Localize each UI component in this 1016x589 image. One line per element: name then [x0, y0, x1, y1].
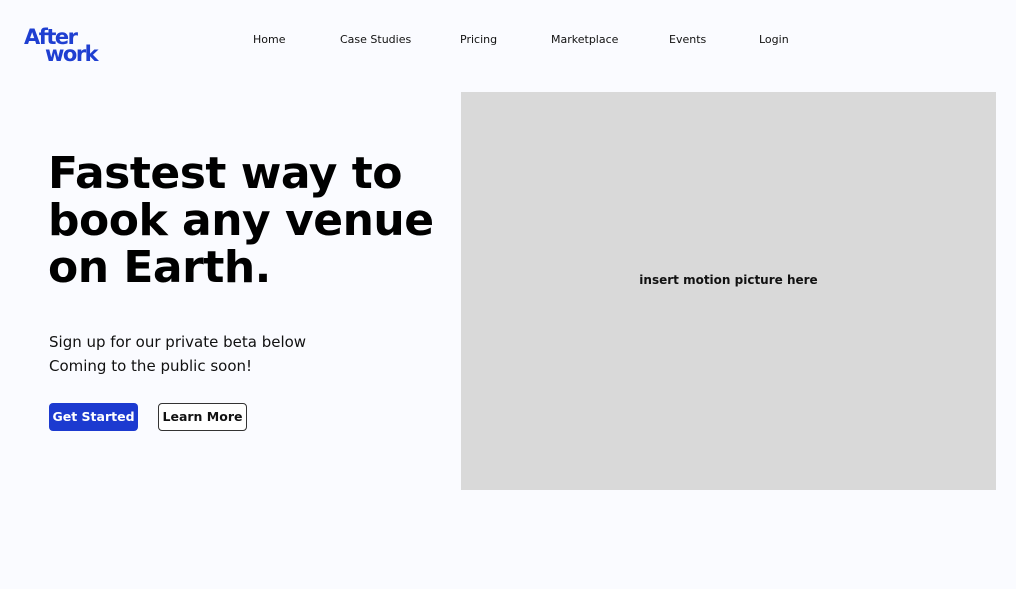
nav-home[interactable]: Home [253, 33, 285, 46]
learn-more-button[interactable]: Learn More [158, 403, 247, 431]
hero-subtext-line1: Sign up for our private beta below [49, 333, 307, 351]
landing-page: After work Home Case Studies Pricing Mar… [0, 0, 1016, 589]
hero-headline: Fastest way to book any venue on Earth. [48, 148, 434, 293]
top-nav: Home Case Studies Pricing Marketplace Ev… [0, 33, 1016, 49]
nav-marketplace[interactable]: Marketplace [551, 33, 618, 46]
media-placeholder-text: insert motion picture here [639, 273, 818, 287]
hero-media-placeholder: insert motion picture here [461, 92, 996, 490]
nav-login[interactable]: Login [759, 33, 789, 46]
nav-case-studies[interactable]: Case Studies [340, 33, 411, 46]
nav-events[interactable]: Events [669, 33, 706, 46]
nav-pricing[interactable]: Pricing [460, 33, 497, 46]
get-started-button[interactable]: Get Started [49, 403, 138, 431]
hero-subtext: Sign up for our private beta below Comin… [49, 330, 389, 378]
hero-subtext-line2: Coming to the public soon! [49, 357, 253, 375]
